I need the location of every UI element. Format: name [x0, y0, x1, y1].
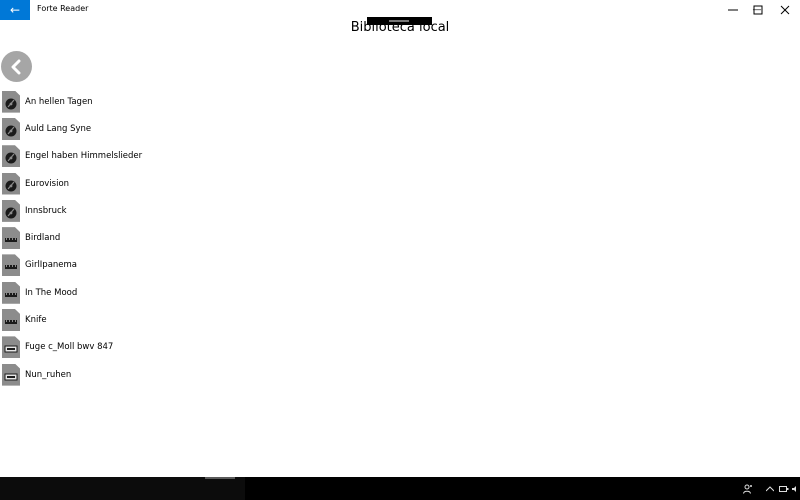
minimize-line-icon [728, 9, 738, 11]
midi-file-icon [2, 281, 20, 304]
app-title: Forte Reader [37, 4, 89, 13]
audio-file-icon [2, 199, 20, 222]
tray-device-icon[interactable] [778, 477, 790, 500]
chevron-up-icon [766, 485, 774, 491]
file-list-item[interactable]: Birdland [0, 224, 800, 251]
file-list-item[interactable]: Eurovision [0, 170, 800, 197]
midi-file-icon [2, 254, 20, 277]
audio-file-icon [2, 90, 20, 113]
nav-back-button[interactable] [1, 51, 32, 82]
audio-file-icon [2, 145, 20, 168]
close-x-icon [780, 5, 790, 15]
file-name-label: Innsbruck [25, 205, 67, 216]
taskbar-active-indicator [205, 477, 235, 479]
file-name-label: Nun_ruhen [25, 369, 72, 380]
audio-file-icon [2, 117, 20, 140]
speaker-icon [792, 485, 796, 492]
file-list-item[interactable]: Auld Lang Syne [0, 115, 800, 142]
file-list-item[interactable]: Fuge c_Moll bwv 847 [0, 334, 800, 361]
file-list-item[interactable]: Nun_ruhen [0, 361, 800, 388]
file-name-label: Eurovision [25, 178, 70, 189]
file-name-label: Fuge c_Moll bwv 847 [25, 342, 114, 353]
file-list-item[interactable]: GirlIpanema [0, 252, 800, 279]
tray-chevron-icon[interactable] [764, 477, 776, 500]
file-name-label: An hellen Tagen [25, 96, 93, 107]
file-list: An hellen Tagen Auld Lang Syne Engel haben… [0, 88, 800, 388]
people-glyph-icon [743, 484, 752, 494]
file-list-item[interactable]: Knife [0, 306, 800, 333]
taskbar [0, 477, 800, 500]
battery-icon [779, 485, 789, 492]
file-name-label: In The Mood [25, 287, 78, 298]
file-list-item[interactable]: Engel haben Himmelslieder [0, 143, 800, 170]
file-list-item[interactable]: Innsbruck [0, 197, 800, 224]
file-name-label: GirlIpanema [25, 260, 78, 271]
window-back-button[interactable]: ← [0, 0, 30, 20]
audio-file-icon [2, 172, 20, 195]
file-list-item[interactable]: In The Mood [0, 279, 800, 306]
taskbar-left-area [0, 477, 245, 500]
midi-file-icon [2, 227, 20, 250]
file-name-label: Auld Lang Syne [25, 123, 92, 134]
people-icon[interactable] [740, 477, 756, 500]
page-title: Biblioteca local [350, 20, 450, 35]
score-file-icon [2, 336, 20, 359]
tray-speaker-icon[interactable] [791, 477, 799, 500]
file-name-label: Birdland [25, 233, 61, 244]
maximize-ctrl[interactable] [743, 0, 773, 20]
midi-file-icon [2, 309, 20, 332]
score-file-icon [2, 363, 20, 386]
close-ctrl[interactable] [770, 0, 800, 20]
chevron-left-icon [11, 59, 20, 74]
maximize-square-icon [753, 5, 763, 15]
file-name-label: Engel haben Himmelslieder [25, 151, 143, 162]
file-name-label: Knife [25, 315, 47, 326]
app-window: ← Forte Reader — Biblioteca local An hel… [0, 0, 800, 500]
file-list-item[interactable]: An hellen Tagen [0, 88, 800, 115]
back-arrow-icon: ← [9, 3, 21, 17]
